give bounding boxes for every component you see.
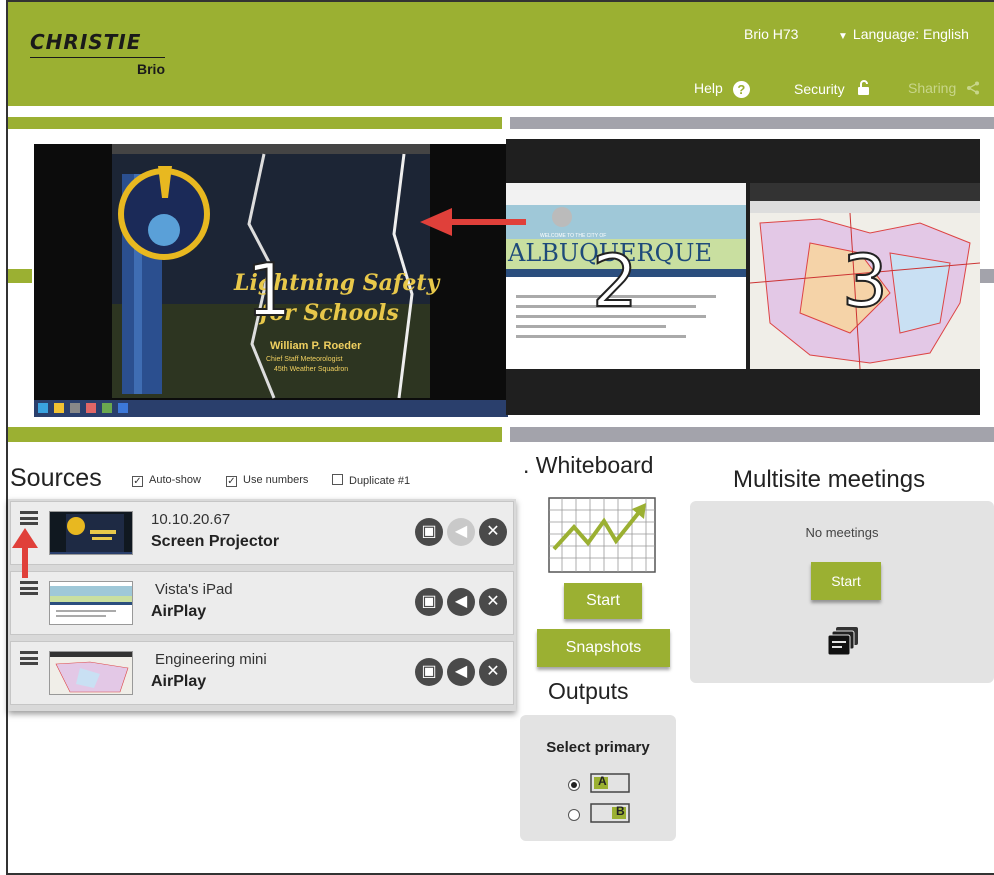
drag-handle-icon[interactable] (20, 511, 38, 525)
display-a-icon (590, 773, 630, 793)
source-thumbnail (49, 651, 133, 695)
source-row[interactable]: Engineering mini AirPlay ▣ ◀ ✕ (10, 641, 514, 705)
drag-hint-arrow-icon (12, 528, 38, 578)
checkbox-empty-icon (332, 474, 343, 485)
sources-heading: Sources (10, 464, 102, 492)
help-label: Help (694, 80, 723, 96)
header-bar: CHRISTIE Brio Brio H73 ▼ Language: Englis… (8, 2, 994, 106)
close-icon: ✕ (486, 523, 500, 540)
auto-show-label: Auto-show (149, 474, 201, 486)
whiteboard-heading: . Whiteboard (523, 452, 654, 478)
slide-presenter-title: Chief Staff Meteorologist (266, 356, 343, 363)
drag-handle-icon[interactable] (20, 581, 38, 595)
source-type: Screen Projector (151, 533, 280, 550)
audio-button[interactable]: ◀ (447, 518, 475, 546)
sources-list: 10.10.20.67 Screen Projector ▣ ◀ ✕ Vista… (8, 499, 516, 711)
checkbox-checked-icon: ✓ (226, 476, 237, 487)
meeting-cards-icon (827, 627, 858, 656)
snapshots-button[interactable]: Snapshots (537, 629, 670, 667)
window-number-2: 2 (591, 238, 639, 324)
drag-handle-icon[interactable] (20, 651, 38, 665)
product-name: Brio (137, 61, 165, 77)
whiteboard-start-button[interactable]: Start (564, 583, 642, 619)
close-icon: ✕ (486, 663, 500, 680)
display-layout-preview: Lightning Safety for Schools William P. … (8, 117, 994, 442)
monitor-icon: ▣ (421, 523, 437, 540)
sharing-link[interactable]: Sharing (908, 80, 980, 96)
speaker-mute-icon: ◀ (454, 663, 468, 680)
device-name: Brio H73 (744, 26, 799, 42)
source-type: AirPlay (151, 673, 207, 690)
show-on-display-button[interactable]: ▣ (415, 518, 443, 546)
help-icon: ? (732, 80, 750, 98)
language-label: Language: English (852, 26, 969, 42)
help-link[interactable]: Help? (694, 80, 750, 98)
source-row[interactable]: Vista's iPad AirPlay ▣ ◀ ✕ (10, 571, 514, 635)
language-selector[interactable]: ▼ Language: English (838, 26, 969, 42)
speaker-icon: ◀ (454, 523, 468, 540)
output-b-radio[interactable] (568, 809, 580, 821)
source-address: 10.10.20.67 (151, 511, 231, 528)
multisite-start-button[interactable]: Start (811, 562, 881, 600)
output-a-label: A (598, 774, 607, 788)
outputs-heading: Outputs (548, 678, 629, 704)
whiteboard-chart-icon (548, 497, 656, 573)
use-numbers-checkbox[interactable]: ✓ Use numbers (226, 474, 308, 487)
audio-mute-button[interactable]: ◀ (447, 588, 475, 616)
window-number-1: 1 (245, 247, 293, 333)
close-icon: ✕ (486, 593, 500, 610)
select-primary-label: Select primary (546, 739, 650, 756)
duplicate-1-label: Duplicate #1 (349, 475, 411, 487)
sharing-label: Sharing (908, 80, 957, 96)
slide-presenter-org: 45th Weather Squadron (274, 366, 349, 373)
no-meetings-text: No meetings (805, 525, 879, 540)
brand-name: CHRISTIE (30, 30, 142, 54)
monitor-icon: ▣ (421, 663, 437, 680)
output-a-radio[interactable] (568, 779, 580, 791)
output-b-label: B (616, 804, 625, 818)
window-2-3-group: WELCOME TO THE CITY OF ALBUQUERQUE 2 3 (506, 139, 980, 415)
source-type: AirPlay (151, 603, 207, 620)
duplicate-1-checkbox[interactable]: Duplicate #1 (332, 474, 410, 487)
security-link[interactable]: Security (794, 80, 874, 97)
source-thumbnail (49, 581, 133, 625)
multisite-panel: No meetings Start (690, 501, 994, 683)
share-icon (967, 81, 980, 95)
use-numbers-label: Use numbers (243, 474, 309, 486)
show-on-display-button[interactable]: ▣ (415, 658, 443, 686)
remove-source-button[interactable]: ✕ (479, 588, 507, 616)
window-1[interactable]: Lightning Safety for Schools William P. … (34, 144, 508, 417)
security-label: Security (794, 81, 845, 97)
slide-presenter: William P. Roeder (270, 340, 362, 352)
outputs-panel: Select primary A B (520, 715, 676, 841)
source-address: Vista's iPad (155, 581, 233, 598)
window-number-3: 3 (841, 238, 889, 324)
source-thumbnail (49, 511, 133, 555)
source-address: Engineering mini (155, 651, 267, 668)
remove-source-button[interactable]: ✕ (479, 518, 507, 546)
checkbox-checked-icon: ✓ (132, 476, 143, 487)
speaker-mute-icon: ◀ (454, 593, 468, 610)
caret-down-icon: ▼ (838, 31, 848, 42)
source-row[interactable]: 10.10.20.67 Screen Projector ▣ ◀ ✕ (10, 501, 514, 565)
christie-logo: CHRISTIE Brio (30, 30, 165, 77)
remove-source-button[interactable]: ✕ (479, 658, 507, 686)
unlock-icon (858, 80, 870, 95)
monitor-icon: ▣ (421, 593, 437, 610)
show-on-display-button[interactable]: ▣ (415, 588, 443, 616)
auto-show-checkbox[interactable]: ✓ Auto-show (132, 474, 201, 487)
move-left-arrow-icon (420, 208, 526, 236)
multisite-heading: Multisite meetings (733, 466, 926, 493)
audio-mute-button[interactable]: ◀ (447, 658, 475, 686)
